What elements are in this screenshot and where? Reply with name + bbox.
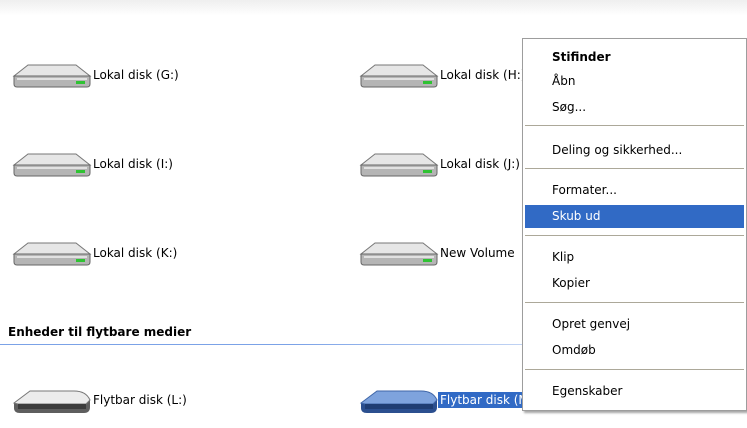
menu-separator bbox=[525, 302, 744, 303]
menu-item-sog[interactable]: Søg... bbox=[525, 96, 744, 119]
hard-disk-icon bbox=[12, 64, 92, 88]
menu-item-skub-ud[interactable]: Skub ud bbox=[525, 205, 744, 228]
menu-item-formater[interactable]: Formater... bbox=[525, 179, 744, 202]
hard-disk-icon bbox=[359, 242, 439, 266]
drive-label: Lokal disk (H:) bbox=[440, 68, 526, 82]
drive-label: Lokal disk (K:) bbox=[93, 246, 178, 260]
menu-separator bbox=[525, 168, 744, 169]
menu-item-omdob[interactable]: Omdøb bbox=[525, 339, 744, 362]
drive-label: Lokal disk (I:) bbox=[93, 157, 173, 171]
drive-l[interactable]: Flytbar disk (L:) bbox=[10, 383, 189, 417]
drive-m[interactable]: Flytbar disk (M:) bbox=[357, 383, 540, 417]
menu-separator bbox=[525, 369, 744, 370]
menu-item-kopier[interactable]: Kopier bbox=[525, 272, 744, 295]
menu-separator bbox=[525, 235, 744, 236]
drive-i[interactable]: Lokal disk (I:) bbox=[10, 147, 175, 181]
drive-label: Lokal disk (J:) bbox=[440, 157, 520, 171]
drive-h[interactable]: Lokal disk (H:) bbox=[357, 58, 527, 92]
menu-item-egenskaber[interactable]: Egenskaber bbox=[525, 380, 744, 403]
drive-g[interactable]: Lokal disk (G:) bbox=[10, 58, 181, 92]
drive-k[interactable]: Lokal disk (K:) bbox=[10, 236, 179, 270]
menu-item-abn[interactable]: Åbn bbox=[525, 70, 744, 93]
header-fade bbox=[0, 0, 747, 16]
menu-item-deling-og-sikkerhed[interactable]: Deling og sikkerhed... bbox=[525, 139, 744, 162]
drive-label: Lokal disk (G:) bbox=[93, 68, 179, 82]
menu-separator bbox=[525, 125, 744, 126]
removable-disk-icon bbox=[12, 390, 91, 413]
hard-disk-icon bbox=[12, 242, 92, 266]
group-header-removable: Enheder til flytbare medier bbox=[8, 325, 192, 339]
drive-j[interactable]: Lokal disk (J:) bbox=[357, 147, 522, 181]
menu-item-opret-genvej[interactable]: Opret genvej bbox=[525, 313, 744, 336]
hard-disk-icon bbox=[359, 153, 439, 177]
drive-label: Flytbar disk (L:) bbox=[93, 393, 187, 407]
hard-disk-icon bbox=[12, 153, 92, 177]
drive-new-volume[interactable]: New Volume bbox=[357, 236, 517, 270]
drive-label: New Volume bbox=[440, 246, 515, 260]
context-menu: Stifinder Åbn Søg... Deling og sikkerhed… bbox=[522, 38, 747, 411]
removable-disk-icon bbox=[359, 390, 438, 413]
menu-item-klip[interactable]: Klip bbox=[525, 246, 744, 269]
menu-item-stifinder[interactable]: Stifinder bbox=[525, 46, 744, 69]
hard-disk-icon bbox=[359, 64, 439, 88]
